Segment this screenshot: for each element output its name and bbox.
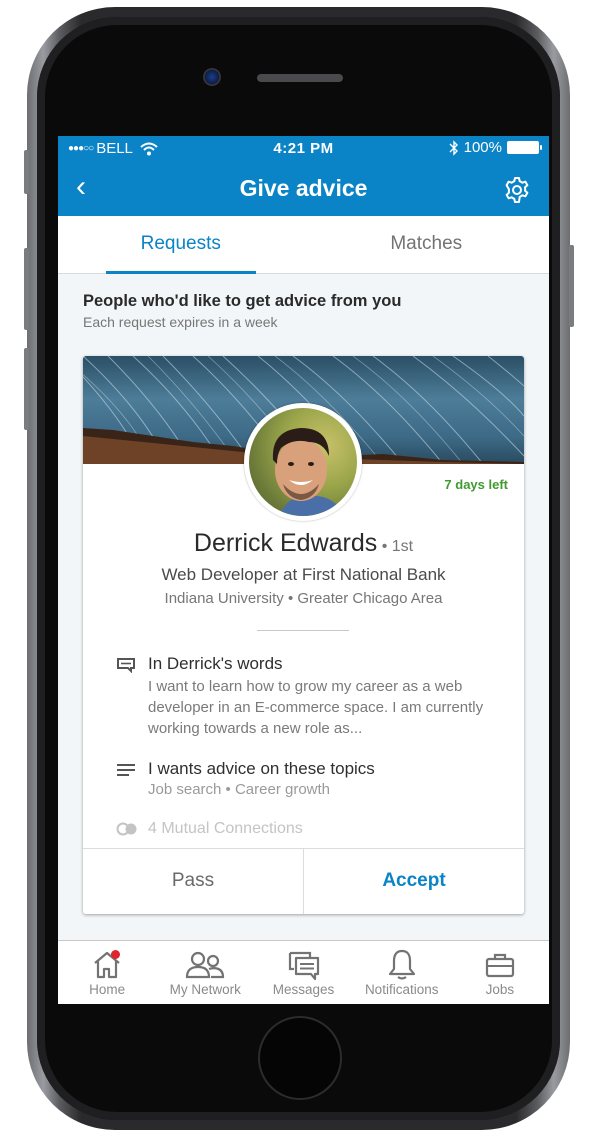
mutual-connections-label: 4 Mutual Connections bbox=[148, 820, 303, 837]
nav-label: My Network bbox=[169, 982, 241, 997]
avatar[interactable] bbox=[244, 403, 362, 521]
front-camera bbox=[203, 68, 221, 86]
nav-label: Home bbox=[89, 982, 126, 997]
pass-button[interactable]: Pass bbox=[83, 849, 304, 914]
person-headline: Web Developer at First National Bank bbox=[161, 565, 446, 584]
profile-photo bbox=[249, 408, 357, 516]
days-left-label: 7 days left bbox=[444, 477, 508, 492]
words-body: I want to learn how to grow my career as… bbox=[148, 678, 484, 737]
earpiece-speaker bbox=[257, 74, 343, 82]
page-title: Give advice bbox=[239, 175, 368, 201]
section-subtitle: Each request expires in a week bbox=[83, 314, 278, 330]
home-hardware-button[interactable] bbox=[258, 1016, 342, 1100]
bottom-nav: Home My Network Messages Notifications J… bbox=[58, 940, 549, 1004]
bluetooth-icon bbox=[449, 139, 458, 156]
battery-icon bbox=[507, 141, 542, 154]
list-icon bbox=[117, 764, 135, 776]
nav-item-jobs[interactable]: Jobs bbox=[451, 941, 549, 1004]
status-right: 100% bbox=[449, 139, 542, 156]
connection-degree: • 1st bbox=[377, 538, 414, 555]
status-bar: ●●●○○ BELL 4:21 PM 100% bbox=[58, 136, 549, 162]
person-meta: Indiana University • Greater Chicago Are… bbox=[164, 590, 443, 607]
person-name[interactable]: Derrick Edwards bbox=[194, 529, 377, 557]
nav-label: Jobs bbox=[485, 982, 515, 997]
person-name-row: Derrick Edwards • 1st bbox=[83, 529, 524, 558]
app-screen: ●●●○○ BELL 4:21 PM 100% ‹ Give advice Re… bbox=[58, 136, 549, 1004]
battery-percent: 100% bbox=[463, 139, 502, 156]
divider bbox=[257, 630, 349, 631]
topics-body: Job search • Career growth bbox=[148, 781, 330, 798]
top-bar: ●●●○○ BELL 4:21 PM 100% ‹ Give advice bbox=[58, 136, 549, 216]
nav-item-notifications[interactable]: Notifications bbox=[353, 941, 451, 1004]
card-actions: Pass Accept bbox=[83, 848, 524, 914]
advice-request-card: 7 days left Derrick Edwards • 1st Web De… bbox=[83, 356, 524, 914]
bell-icon bbox=[388, 949, 415, 980]
words-title: In Derrick's words bbox=[148, 654, 283, 673]
nav-item-messages[interactable]: Messages bbox=[254, 941, 352, 1004]
tab-bar: Requests Matches bbox=[58, 216, 549, 274]
briefcase-icon bbox=[485, 953, 515, 978]
nav-item-home[interactable]: Home bbox=[58, 941, 156, 1004]
volume-down-button bbox=[24, 348, 29, 430]
nav-bar: ‹ Give advice bbox=[58, 162, 549, 216]
messages-icon bbox=[288, 951, 319, 981]
words-section: In Derrick's words I want to learn how t… bbox=[116, 654, 504, 739]
tab-requests[interactable]: Requests bbox=[58, 216, 304, 274]
comment-icon bbox=[117, 658, 135, 673]
mutual-connections-icon bbox=[116, 822, 137, 836]
notification-badge bbox=[111, 950, 120, 959]
topics-section: I wants advice on these topics Job searc… bbox=[116, 759, 504, 800]
nav-item-my-network[interactable]: My Network bbox=[156, 941, 254, 1004]
topics-title: I wants advice on these topics bbox=[148, 759, 375, 778]
people-icon bbox=[186, 951, 225, 979]
section-header: People who'd like to get advice from you… bbox=[58, 274, 549, 330]
mutual-connections[interactable]: 4 Mutual Connections bbox=[116, 820, 303, 838]
gear-icon[interactable] bbox=[503, 176, 531, 204]
volume-up-button bbox=[24, 248, 29, 330]
nav-label: Notifications bbox=[364, 982, 439, 997]
accept-button[interactable]: Accept bbox=[304, 849, 524, 914]
power-button bbox=[569, 245, 574, 327]
mute-switch bbox=[24, 150, 29, 194]
nav-label: Messages bbox=[272, 982, 335, 997]
section-title: People who'd like to get advice from you bbox=[83, 292, 402, 310]
tab-matches[interactable]: Matches bbox=[304, 216, 550, 273]
